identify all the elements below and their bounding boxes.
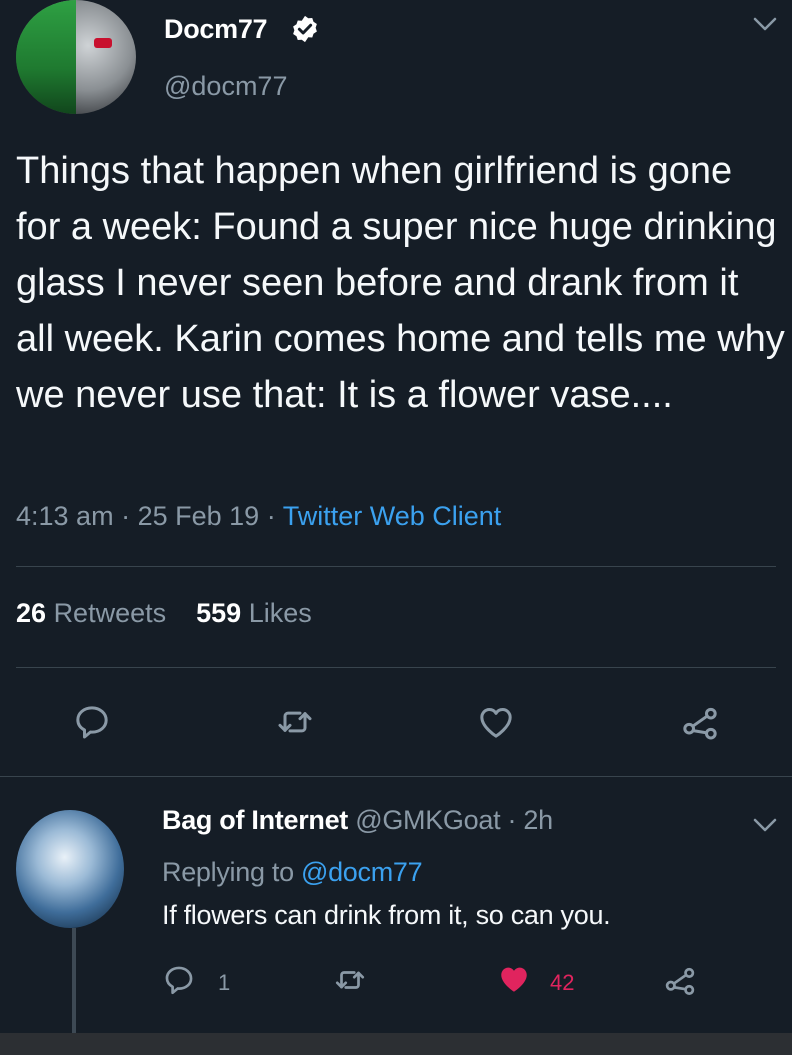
tweet-text: Things that happen when girlfriend is go… xyxy=(16,150,785,416)
tweet-meta: 4:13 am · 25 Feb 19 · Twitter Web Client xyxy=(16,501,501,532)
tweet-client-link[interactable]: Twitter Web Client xyxy=(283,501,502,531)
reply-header: Bag of Internet @GMKGoat · 2h xyxy=(162,805,553,836)
likes-stat[interactable]: 559 Likes xyxy=(196,598,312,628)
reply-count: 1 xyxy=(218,970,231,995)
share-icon[interactable] xyxy=(680,702,720,742)
reply-icon[interactable] xyxy=(72,702,112,742)
bottom-bar xyxy=(0,1033,792,1055)
chevron-down-icon[interactable] xyxy=(752,14,778,34)
engagement-stats: 26 Retweets 559 Likes xyxy=(16,598,312,629)
thread-line xyxy=(72,928,76,1034)
author-avatar[interactable] xyxy=(16,0,136,114)
divider xyxy=(16,667,776,668)
verified-badge-icon xyxy=(293,15,317,43)
replying-to-mention[interactable]: @docm77 xyxy=(301,857,423,887)
chevron-down-icon[interactable] xyxy=(752,815,778,835)
heart-icon[interactable] xyxy=(497,962,531,996)
reply-author-avatar[interactable] xyxy=(16,810,124,928)
retweets-stat[interactable]: 26 Retweets xyxy=(16,598,166,628)
tweet-time: 4:13 am xyxy=(16,501,114,531)
meta-separator: · xyxy=(121,501,131,531)
reply-like-count: 42 xyxy=(550,970,575,995)
author-name[interactable]: Docm77 xyxy=(164,14,268,45)
reply-icon[interactable] xyxy=(162,963,196,997)
retweet-icon[interactable] xyxy=(333,963,367,997)
reply-text: If flowers can drink from it, so can you… xyxy=(162,900,611,930)
tweet-separator xyxy=(0,776,792,777)
author-handle[interactable]: @docm77 xyxy=(164,71,287,102)
reply-author-name[interactable]: Bag of Internet xyxy=(162,805,348,835)
reply-author-handle[interactable]: @GMKGoat xyxy=(355,805,500,835)
tweet-date: 25 Feb 19 xyxy=(137,501,260,531)
replying-to: Replying to @docm77 xyxy=(162,857,423,887)
share-icon[interactable] xyxy=(663,963,697,997)
retweet-icon[interactable] xyxy=(275,702,315,742)
heart-icon[interactable] xyxy=(476,702,516,742)
reply-age: · 2h xyxy=(507,805,553,835)
divider xyxy=(16,566,776,567)
meta-separator: · xyxy=(266,501,276,531)
